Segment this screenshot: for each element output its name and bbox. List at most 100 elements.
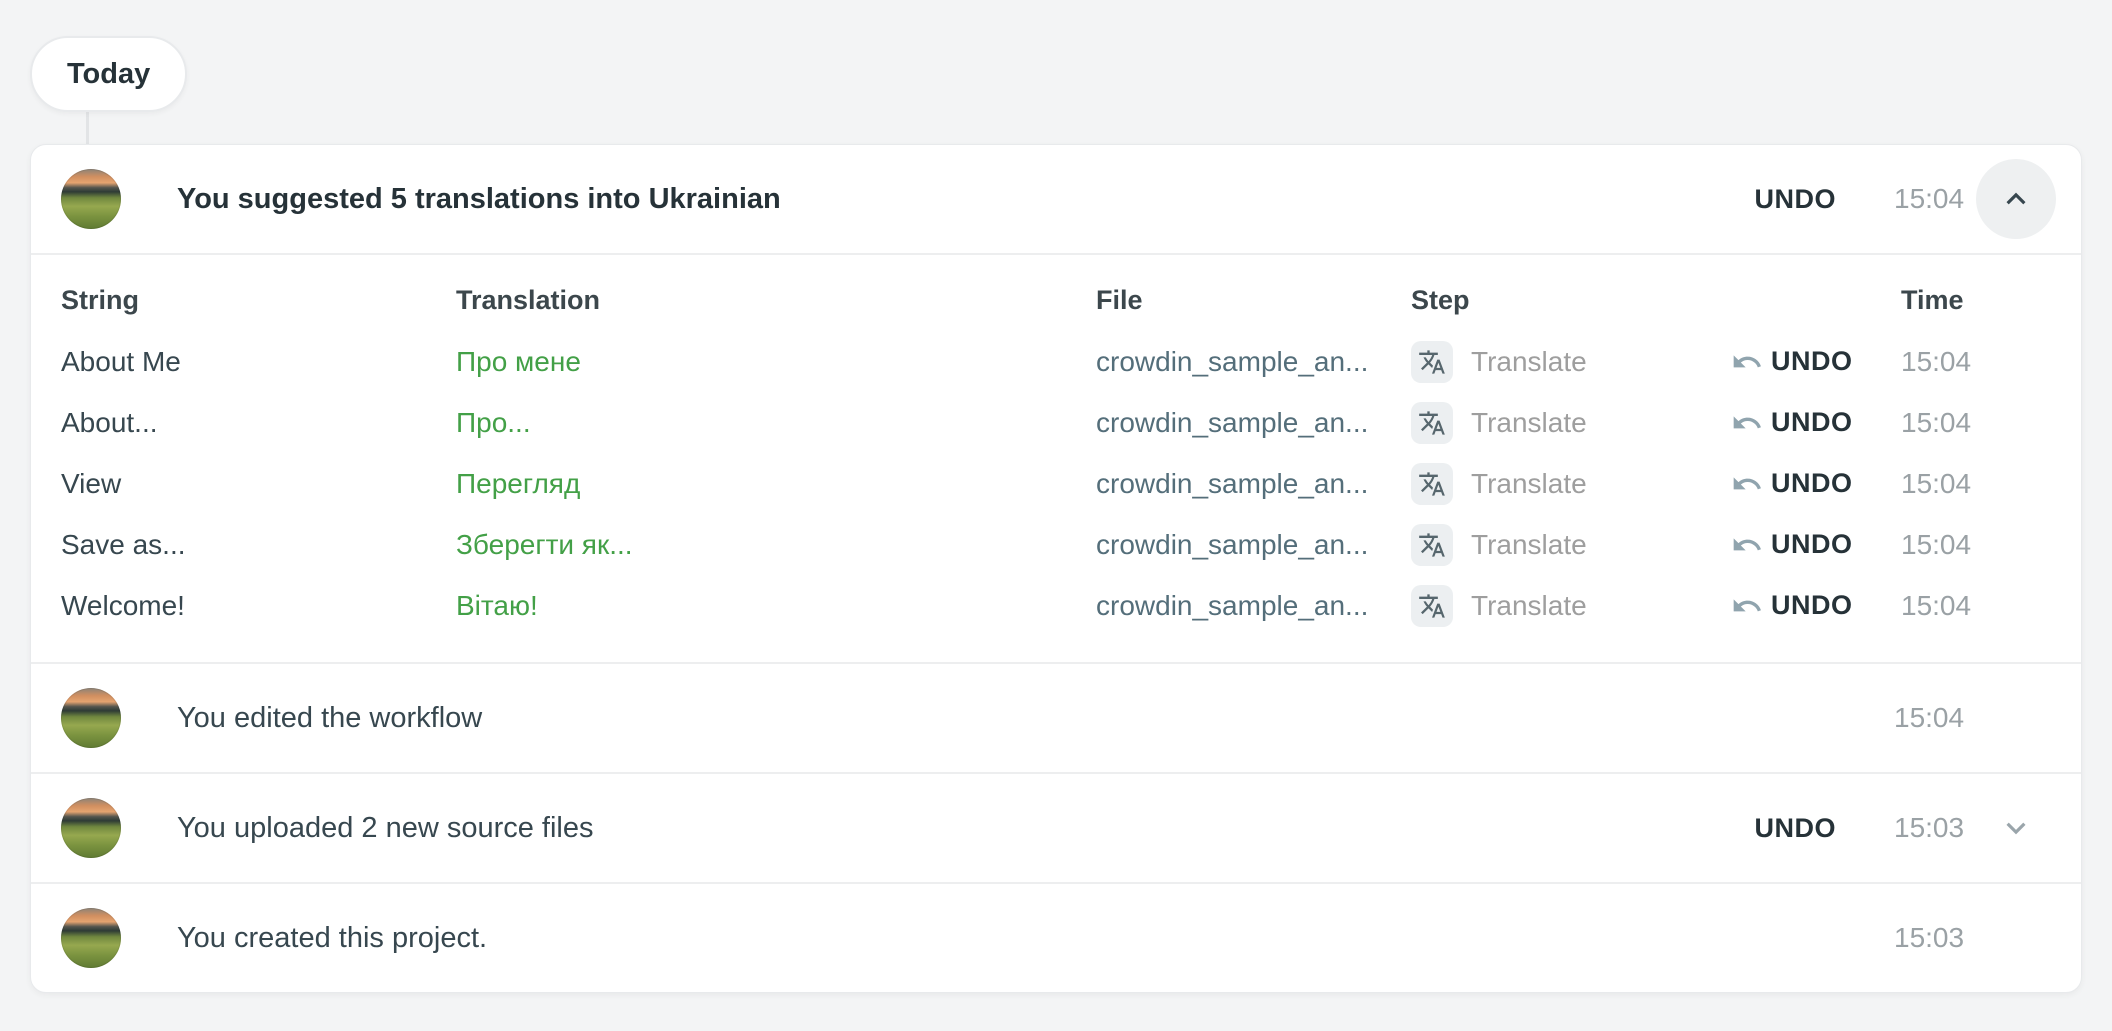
source-string: Save as... [61,529,456,561]
row-undo-label: UNDO [1771,529,1853,560]
file-name: crowdin_sample_an... [1096,590,1411,622]
activity-time: 15:04 [1894,702,1962,734]
translate-step-icon [1411,524,1453,566]
step-label: Translate [1471,590,1587,622]
file-name: crowdin_sample_an... [1096,346,1411,378]
file-name: crowdin_sample_an... [1096,407,1411,439]
row-time: 15:04 [1901,346,2056,378]
table-header-row: String Translation File Step Time [31,269,2081,331]
undo-button[interactable]: UNDO [1755,184,1837,215]
row-undo-button[interactable]: UNDO [1731,346,1853,378]
undo-button-label: UNDO [1755,184,1837,215]
undo-button-label: UNDO [1755,813,1837,844]
activity-text: You uploaded 2 new source files [177,812,594,845]
chevron-up-icon [1997,180,2035,218]
file-name: crowdin_sample_an... [1096,468,1411,500]
row-undo-label: UNDO [1771,407,1853,438]
activity-row-created-project: You created this project. 15:03 [31,884,2081,992]
column-header-time: Time [1901,285,2056,316]
table-row: View Перегляд crowdin_sample_an... Trans… [31,453,2081,514]
date-badge: Today [30,36,187,112]
undo-cell: UNDO [1731,590,1901,622]
translate-step-icon [1411,402,1453,444]
column-header-file: File [1096,285,1411,316]
source-string: Welcome! [61,590,456,622]
row-undo-button[interactable]: UNDO [1731,407,1853,439]
date-badge-label: Today [67,58,150,91]
column-header-string: String [61,285,456,316]
timeline-connector [86,110,89,146]
row-undo-label: UNDO [1771,590,1853,621]
activity-row-uploaded-files[interactable]: You uploaded 2 new source files UNDO 15:… [31,774,2081,882]
step-cell: Translate [1411,463,1731,505]
step-label: Translate [1471,346,1587,378]
chevron-slot [1976,788,2056,868]
step-label: Translate [1471,468,1587,500]
row-time: 15:04 [1901,407,2056,439]
row-time: 15:04 [1901,468,2056,500]
translate-step-icon [1411,341,1453,383]
table-row: About... Про... crowdin_sample_an... Tra… [31,392,2081,453]
row-undo-button[interactable]: UNDO [1731,590,1853,622]
activity-time: 15:03 [1894,812,1962,844]
activity-text: You created this project. [177,922,487,955]
chevron-down-icon [1997,809,2035,847]
expand-button[interactable] [1976,788,2056,868]
source-string: View [61,468,456,500]
translation-link[interactable]: Перегляд [456,468,1096,500]
row-undo-label: UNDO [1771,468,1853,499]
activity-text: You suggested 5 translations into Ukrain… [177,183,781,216]
user-avatar [61,908,121,968]
undo-cell: UNDO [1731,529,1901,561]
row-time: 15:04 [1901,529,2056,561]
undo-button[interactable]: UNDO [1755,813,1837,844]
source-string: About Me [61,346,456,378]
chevron-slot [1976,678,2056,758]
step-cell: Translate [1411,402,1731,444]
translations-table: String Translation File Step Time About … [31,255,2081,662]
step-cell: Translate [1411,341,1731,383]
step-cell: Translate [1411,524,1731,566]
translation-link[interactable]: Вітаю! [456,590,1096,622]
user-avatar [61,169,121,229]
activity-time: 15:04 [1894,183,1962,215]
table-row: Welcome! Вітаю! crowdin_sample_an... Tra… [31,575,2081,636]
collapse-button[interactable] [1976,159,2056,239]
activity-text: You edited the workflow [177,702,482,735]
table-row: Save as... Зберегти як... crowdin_sample… [31,514,2081,575]
step-cell: Translate [1411,585,1731,627]
undo-icon [1731,346,1763,378]
activity-time: 15:03 [1894,922,1962,954]
undo-icon [1731,468,1763,500]
undo-icon [1731,529,1763,561]
activity-row-edited-workflow: You edited the workflow 15:04 [31,664,2081,772]
chevron-slot [1976,898,2056,978]
step-label: Translate [1471,529,1587,561]
chevron-slot [1976,159,2056,239]
user-avatar [61,798,121,858]
translate-step-icon [1411,463,1453,505]
row-time: 15:04 [1901,590,2056,622]
translation-link[interactable]: Про мене [456,346,1096,378]
source-string: About... [61,407,456,439]
row-undo-label: UNDO [1771,346,1853,377]
column-header-translation: Translation [456,285,1096,316]
undo-cell: UNDO [1731,407,1901,439]
undo-cell: UNDO [1731,346,1901,378]
translation-link[interactable]: Зберегти як... [456,529,1096,561]
translate-step-icon [1411,585,1453,627]
step-label: Translate [1471,407,1587,439]
undo-icon [1731,590,1763,622]
row-undo-button[interactable]: UNDO [1731,468,1853,500]
activity-page: Today You suggested 5 translations into … [0,0,2112,1031]
column-header-step: Step [1411,285,1731,316]
activity-row-suggested-translations[interactable]: You suggested 5 translations into Ukrain… [31,145,2081,253]
undo-cell: UNDO [1731,468,1901,500]
undo-icon [1731,407,1763,439]
row-undo-button[interactable]: UNDO [1731,529,1853,561]
user-avatar [61,688,121,748]
table-row: About Me Про мене crowdin_sample_an... T… [31,331,2081,392]
activity-card: You suggested 5 translations into Ukrain… [30,144,2082,993]
file-name: crowdin_sample_an... [1096,529,1411,561]
translation-link[interactable]: Про... [456,407,1096,439]
